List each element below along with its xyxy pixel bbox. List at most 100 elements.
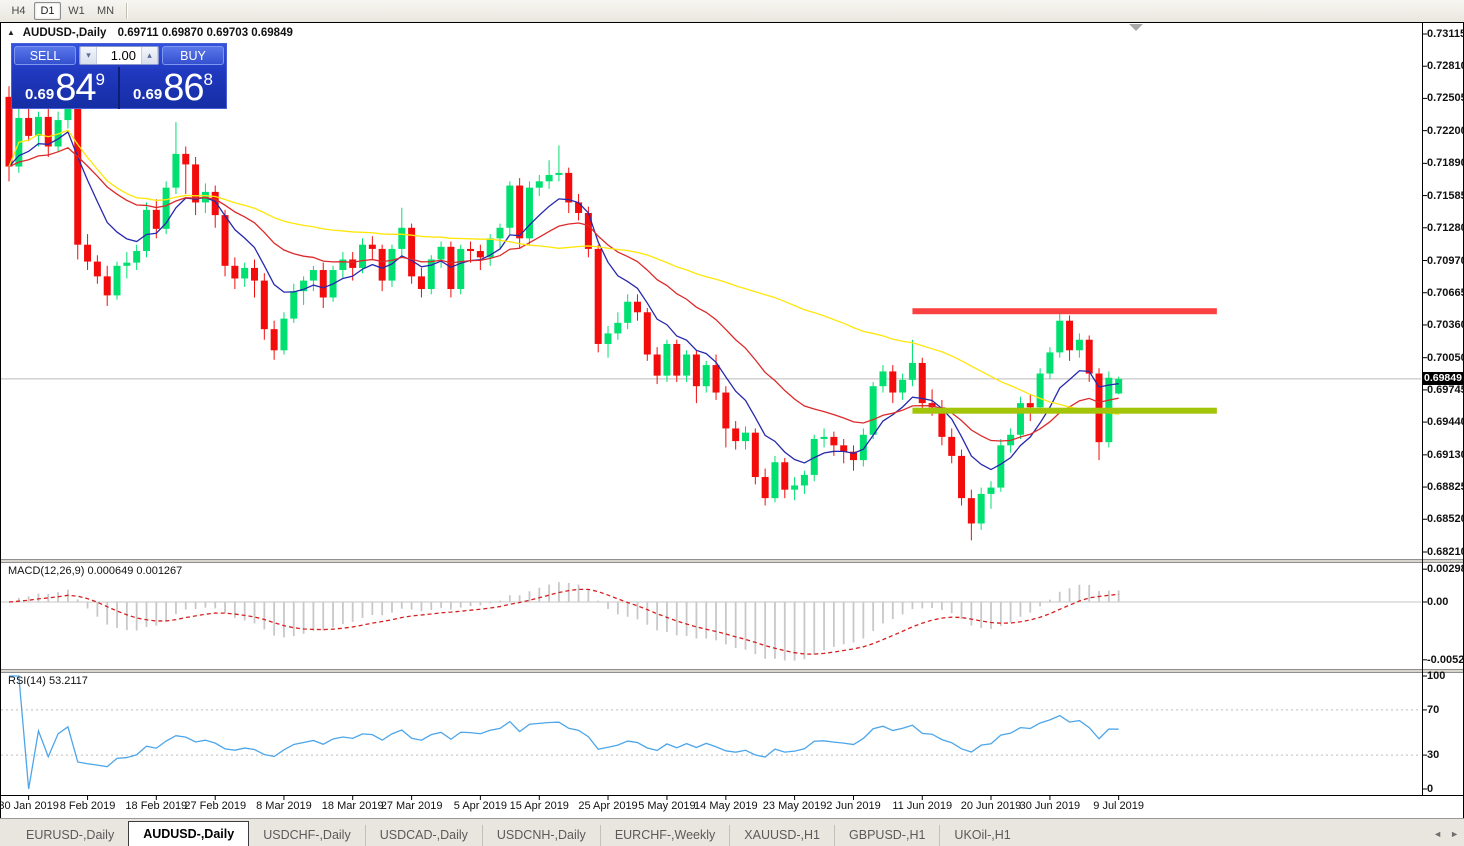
timeframe-h4-button[interactable]: H4 [5, 2, 32, 20]
candle-body [791, 485, 799, 490]
candle-body [506, 185, 514, 228]
candle-body [702, 365, 710, 387]
candle-body [830, 436, 838, 446]
candle-body [457, 248, 465, 290]
one-click-trading-panel: SELL ▾ 1.00 ▴ BUY 0.69 84 9 0.69 86 8 [11, 43, 227, 109]
candle-body [1056, 320, 1064, 353]
candle-body [34, 116, 42, 136]
tab-usdcad-daily[interactable]: USDCAD-,Daily [364, 825, 482, 846]
candle-body [211, 191, 219, 216]
candle-body [152, 209, 160, 229]
candle-body [575, 202, 583, 214]
tab-audusd-daily[interactable]: AUDUSD-,Daily [128, 821, 250, 846]
candle-body [251, 267, 258, 281]
candle-body [712, 365, 720, 393]
volume-decrease-icon[interactable]: ▾ [80, 47, 97, 64]
tab-ukoil-h1[interactable]: UKOil-,H1 [939, 825, 1024, 846]
candle-body [751, 432, 759, 478]
sell-price[interactable]: 0.69 84 9 [12, 67, 118, 109]
tab-scroll-right-icon[interactable]: ► [1450, 828, 1459, 840]
candle-body [368, 244, 376, 249]
volume-input[interactable]: 1.00 [97, 47, 141, 64]
price-axis-label: 0.68520 [1427, 513, 1464, 526]
tab-eurchf-weekly[interactable]: EURCHF-,Weekly [599, 825, 729, 846]
candle-body [889, 371, 897, 393]
scroll-to-end-icon[interactable] [1129, 24, 1143, 31]
macd-pane-splitter[interactable] [1, 559, 1463, 563]
candle-body [987, 487, 995, 494]
price-axis-label: 0.68825 [1427, 481, 1464, 494]
timeframe-d1-button[interactable]: D1 [34, 2, 61, 20]
candle-body [231, 265, 239, 279]
candle-body [673, 343, 681, 376]
candle-body [800, 474, 808, 486]
tab-usdchf-daily[interactable]: USDCHF-,Daily [249, 825, 365, 846]
candle-body [869, 386, 877, 435]
candle-body [555, 172, 563, 175]
buy-price[interactable]: 0.69 86 8 [118, 67, 226, 109]
date-axis-label: 9 Jul 2019 [1093, 800, 1145, 812]
price-axis-label: 0.69130 [1427, 448, 1464, 461]
volume-increase-icon[interactable]: ▴ [141, 47, 158, 64]
candle-body [349, 259, 357, 268]
candle-body [643, 312, 651, 355]
candle-body [280, 318, 288, 351]
candle-body [378, 248, 386, 281]
tab-xauusd-h1[interactable]: XAUUSD-,H1 [729, 825, 834, 846]
candle-body [1085, 339, 1093, 374]
macd-signal-line [8, 588, 1119, 655]
candle-body [879, 371, 887, 387]
candle-body [142, 209, 150, 252]
candle-body [948, 436, 956, 456]
candle-body [172, 153, 180, 188]
tab-eurusd-daily[interactable]: EURUSD-,Daily [12, 825, 128, 846]
candle-body [260, 280, 268, 330]
candle-body [977, 493, 985, 524]
candle-body [103, 276, 111, 296]
tab-gbpusd-h1[interactable]: GBPUSD-,H1 [834, 825, 939, 846]
candle-body [1075, 339, 1083, 351]
collapse-chart-icon[interactable]: ▲ [7, 28, 15, 37]
timeframe-mn-button[interactable]: MN [92, 2, 119, 20]
volume-stepper[interactable]: ▾ 1.00 ▴ [79, 46, 159, 65]
rsi-pane-splitter[interactable] [1, 669, 1463, 673]
tab-scroll-left-icon[interactable]: ◄ [1433, 828, 1442, 840]
macd-label: MACD(12,26,9) 0.000649 0.001267 [8, 565, 183, 577]
candle-body [241, 267, 249, 279]
price-axis-label: 0.72200 [1427, 124, 1464, 137]
candle-body [565, 172, 573, 203]
candle-body [44, 116, 52, 147]
buy-price-big: 86 [163, 67, 204, 109]
candle-body [123, 262, 131, 266]
current-price-badge: 0.69849 [1423, 372, 1464, 386]
price-axis-label: 0.68210 [1427, 546, 1464, 558]
rsi-axis-label: 0 [1427, 783, 1434, 795]
support-line [912, 407, 1217, 414]
candle-body [820, 436, 828, 440]
candle-body [1036, 373, 1044, 408]
tab-scroller: ◄ ► [1433, 828, 1459, 840]
candle-body [290, 291, 298, 319]
candle-body [1046, 352, 1054, 374]
candle-body [1066, 320, 1074, 351]
candle-body [221, 215, 229, 266]
timeframe-toolbar: H4 D1 W1 MN [0, 0, 1464, 23]
candle-body [899, 379, 907, 393]
candle-body [192, 164, 200, 203]
macd-axis-label: 0.00 [1427, 596, 1449, 608]
candle-body [1026, 403, 1034, 408]
candle-body [958, 455, 966, 499]
candle-body [496, 227, 504, 239]
tab-usdcnh-daily[interactable]: USDCNH-,Daily [481, 825, 600, 846]
price-axis-label: 0.71280 [1427, 221, 1464, 234]
sell-button[interactable]: SELL [14, 46, 76, 65]
buy-price-sup: 8 [203, 70, 213, 89]
candle-body [398, 227, 406, 249]
sell-price-sup: 9 [95, 70, 105, 89]
chart-canvas[interactable] [1, 23, 1464, 819]
timeframe-w1-button[interactable]: W1 [63, 2, 90, 20]
candle-body [624, 301, 632, 323]
buy-button[interactable]: BUY [162, 46, 224, 65]
price-axis-label: 0.70665 [1427, 286, 1464, 299]
candle-body [467, 248, 475, 252]
